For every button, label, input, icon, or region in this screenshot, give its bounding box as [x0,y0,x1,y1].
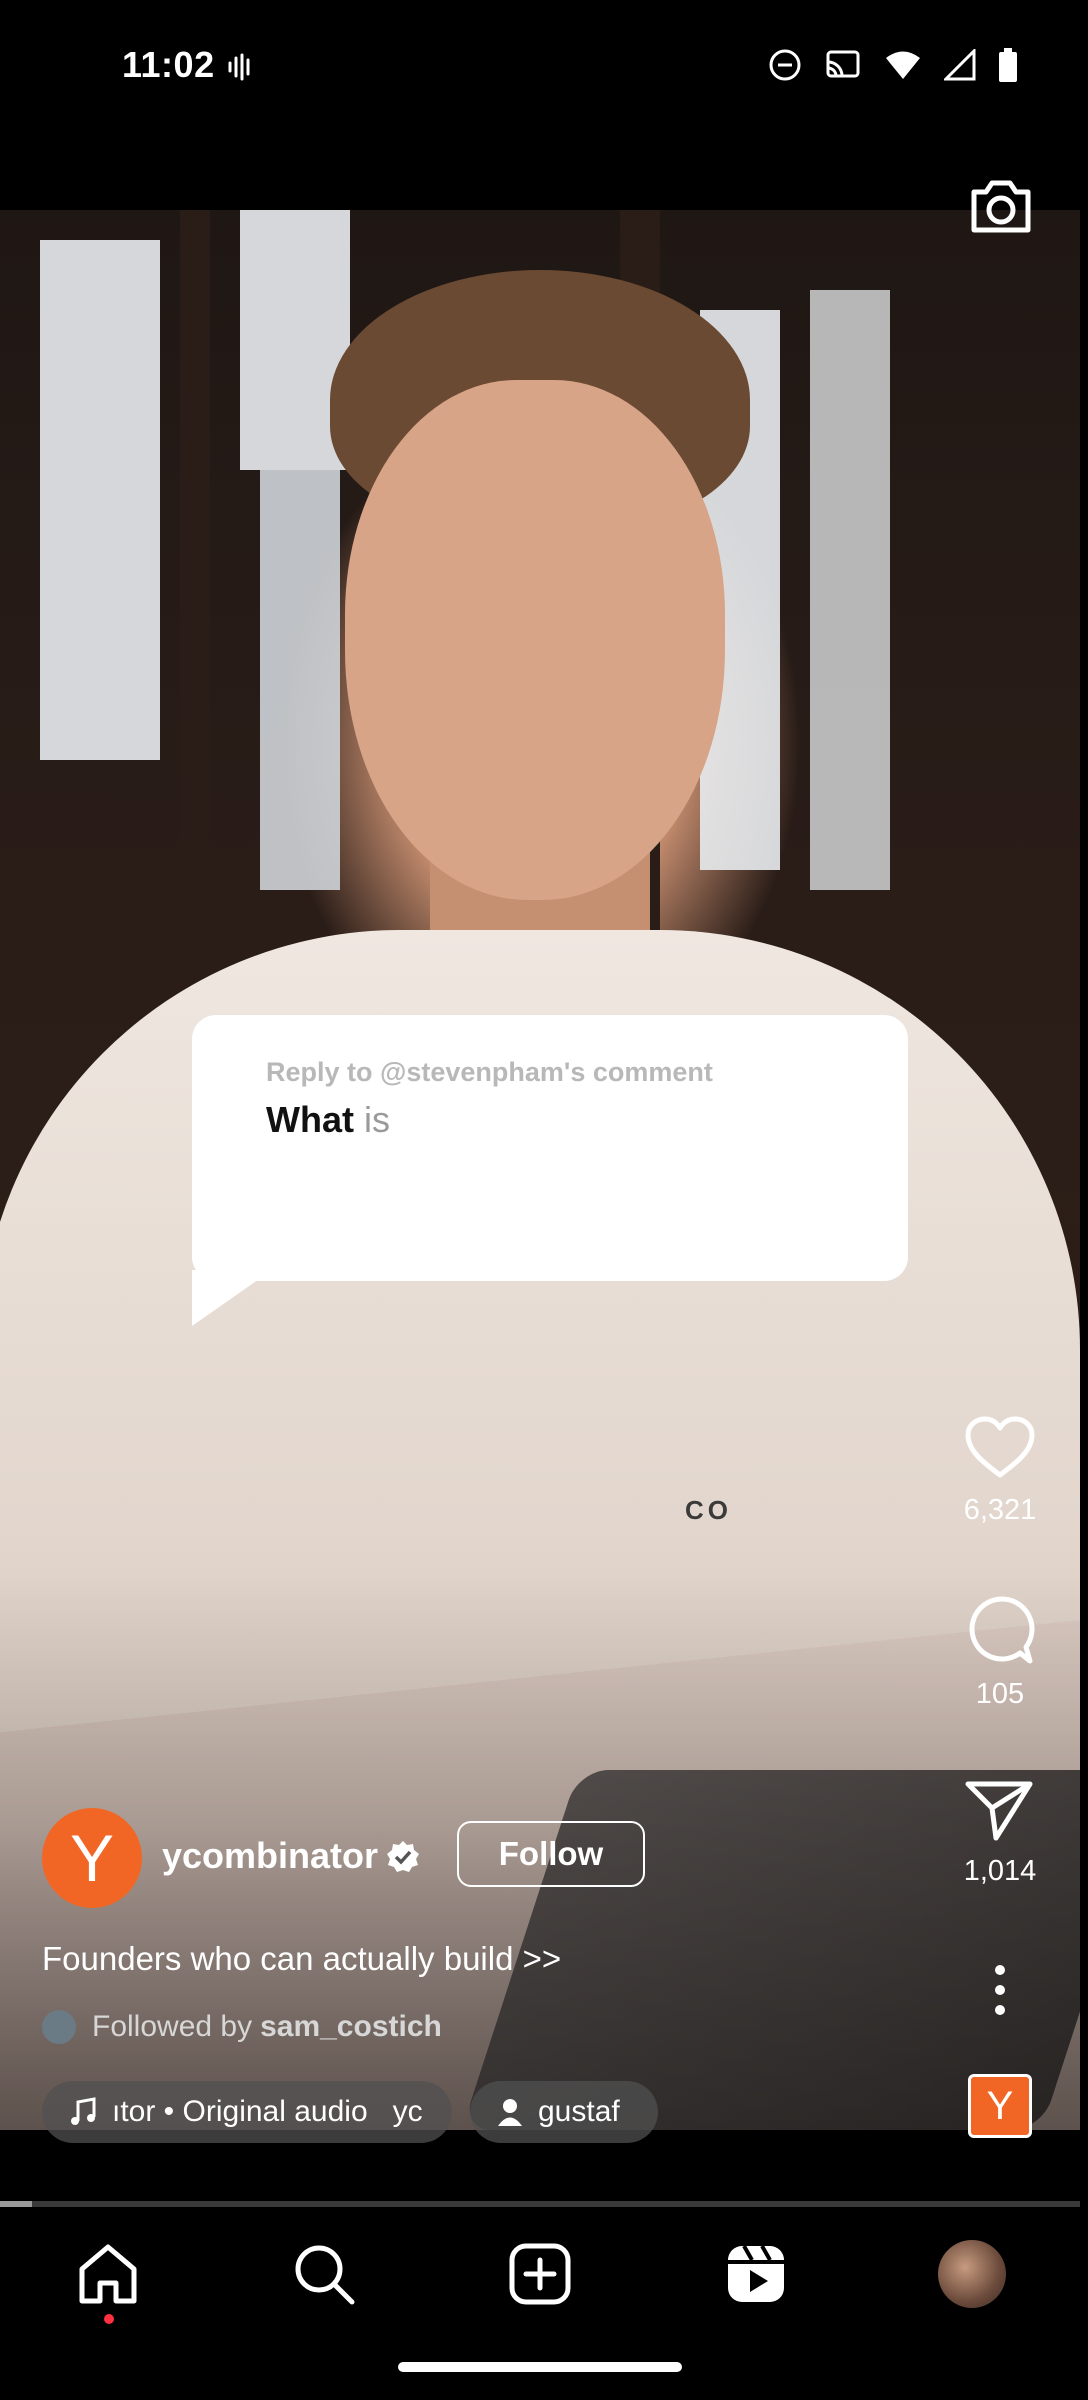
do-not-disturb-icon [769,49,801,81]
battery-icon [999,48,1017,82]
gesture-bar [398,2362,682,2372]
plus-square-icon [509,2243,571,2305]
sticker-text[interactable]: What is [266,1099,390,1141]
send-icon [965,1781,1033,1841]
share-count: 1,014 [963,1855,1037,1887]
person-icon [498,2099,522,2126]
more-vertical-icon[interactable] [985,1960,1015,2020]
audio-chip[interactable]: ıtor • Original audio yc [42,2081,452,2143]
video-progress-fill [0,2201,33,2207]
share-button[interactable]: 1,014 [940,1778,1060,1888]
window-pane [40,240,160,760]
wifi-icon [886,51,920,79]
profile-avatar [938,2240,1006,2308]
cell-signal-icon [944,49,976,81]
nav-create[interactable] [500,2234,580,2314]
cast-icon [826,50,860,78]
nav-home[interactable] [68,2234,148,2314]
nav-search[interactable] [284,2234,364,2314]
tagged-user-chip[interactable]: gustaf [470,2081,658,2143]
shirt-logo: co [685,1495,732,1525]
search-icon [295,2245,355,2305]
heart-icon [965,1416,1035,1478]
audio-waveform-icon [228,53,250,81]
status-time: 11:02 [122,44,215,85]
reel-caption[interactable]: Founders who can actually build >> [42,1940,561,1978]
nav-profile[interactable] [932,2234,1012,2314]
window-frame [180,210,210,1110]
nav-reels[interactable] [716,2234,796,2314]
audio-title: ıtor • Original audio yc [112,2095,423,2128]
video-progress-bar[interactable] [0,2201,1080,2207]
reel-chips: ıtor • Original audio yc gustaf [42,2081,658,2143]
verified-badge-icon [387,1841,419,1872]
home-icon [79,2244,137,2304]
author-handle[interactable]: ycombinator [162,1835,378,1877]
comment-button[interactable]: 105 [940,1595,1060,1711]
followed-by[interactable]: Followed by sam_costich [42,2010,442,2044]
followed-by-user: sam_costich [260,2010,442,2043]
person-face [345,380,725,900]
follower-avatar [42,2010,76,2044]
reels-icon [728,2245,784,2302]
home-notification-dot [104,2314,114,2324]
audio-thumbnail[interactable]: Y [968,2074,1032,2138]
followed-by-prefix: Followed by [92,2010,253,2043]
typed-text: What [266,1099,354,1140]
comment-icon [969,1596,1035,1664]
author-avatar[interactable]: Y [42,1808,142,1908]
suggested-text: is [364,1099,390,1140]
window-pane [810,290,890,890]
camera-icon[interactable] [966,170,1036,240]
like-count: 6,321 [963,1494,1037,1526]
sticker-tail [192,1270,272,1326]
comment-reply-sticker[interactable]: Reply to @stevenpham's comment What is [192,1015,908,1281]
status-icons [768,48,1018,82]
reply-to-label: Reply to @stevenpham's comment [266,1057,713,1087]
follow-button[interactable]: Follow [457,1821,645,1887]
like-button[interactable]: 6,321 [940,1415,1060,1527]
comment-count: 105 [975,1678,1025,1710]
status-bar: 11:02 [0,0,1088,135]
window-pane [260,470,340,890]
tagged-user: gustaf [538,2095,620,2128]
music-note-icon [71,2097,96,2125]
